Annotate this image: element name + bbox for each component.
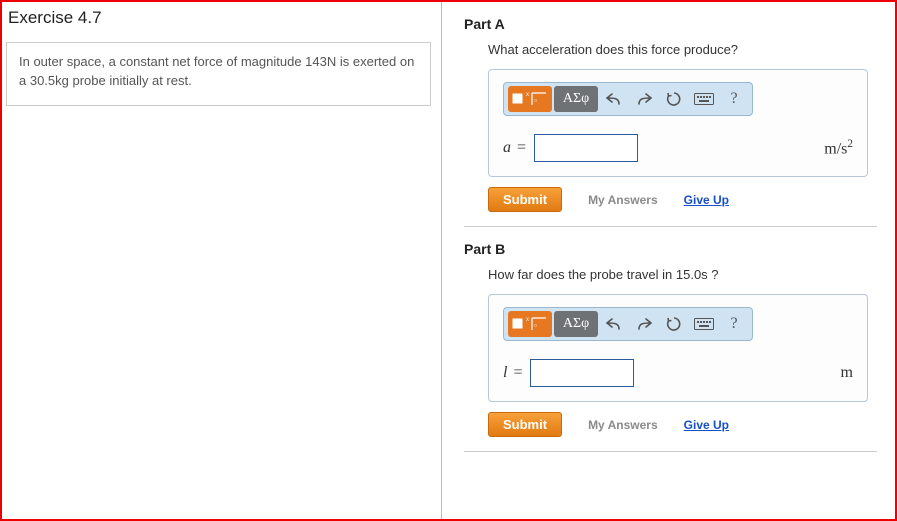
answer-row: l = m — [503, 359, 853, 387]
undo-button[interactable] — [600, 86, 628, 112]
my-answers-link[interactable]: My Answers — [588, 193, 658, 207]
part-b-answer-panel: x ▫ ΑΣφ — [488, 294, 868, 402]
submit-button[interactable]: Submit — [488, 412, 562, 437]
equation-toolbar: x ▫ ΑΣφ — [503, 307, 753, 341]
submit-button[interactable]: Submit — [488, 187, 562, 212]
part-b-actions: Submit My Answers Give Up — [488, 412, 877, 437]
exercise-title: Exercise 4.7 — [8, 8, 431, 28]
greek-button[interactable]: ΑΣφ — [554, 311, 598, 337]
answer-pane: Part A What acceleration does this force… — [442, 2, 895, 519]
divider — [464, 226, 877, 227]
template-button[interactable]: x ▫ — [508, 311, 552, 337]
variable-label: a — [503, 139, 511, 157]
equals-sign: = — [513, 364, 522, 382]
undo-button[interactable] — [600, 311, 628, 337]
template-button[interactable]: x ▫ — [508, 86, 552, 112]
reset-button[interactable] — [660, 311, 688, 337]
help-button[interactable]: ? — [720, 86, 748, 112]
svg-text:▫: ▫ — [534, 96, 537, 105]
part-b: Part B How far does the probe travel in … — [464, 241, 877, 452]
answer-input-b[interactable] — [530, 359, 634, 387]
problem-text: In outer space, a constant net force of … — [19, 54, 414, 88]
answer-row: a = m/s2 — [503, 134, 853, 162]
give-up-link[interactable]: Give Up — [684, 418, 729, 432]
unit-label: m — [841, 364, 853, 382]
app-frame: Exercise 4.7 In outer space, a constant … — [0, 0, 897, 521]
redo-button[interactable] — [630, 86, 658, 112]
problem-pane: Exercise 4.7 In outer space, a constant … — [2, 2, 442, 519]
part-b-title: Part B — [464, 241, 877, 257]
equals-sign: = — [517, 139, 526, 157]
keyboard-button[interactable] — [690, 86, 718, 112]
svg-text:▫: ▫ — [534, 321, 537, 330]
reset-button[interactable] — [660, 86, 688, 112]
variable-label: l — [503, 364, 507, 382]
part-a-answer-panel: x ▫ ΑΣφ — [488, 69, 868, 177]
greek-button[interactable]: ΑΣφ — [554, 86, 598, 112]
svg-text:x: x — [526, 92, 529, 98]
equation-toolbar: x ▫ ΑΣφ — [503, 82, 753, 116]
part-a-question: What acceleration does this force produc… — [488, 42, 877, 57]
part-a-actions: Submit My Answers Give Up — [488, 187, 877, 212]
part-a: Part A What acceleration does this force… — [464, 16, 877, 227]
problem-statement: In outer space, a constant net force of … — [6, 42, 431, 106]
help-button[interactable]: ? — [720, 311, 748, 337]
give-up-link[interactable]: Give Up — [684, 193, 729, 207]
svg-text:x: x — [526, 317, 529, 323]
redo-button[interactable] — [630, 311, 658, 337]
part-b-question: How far does the probe travel in 15.0s ? — [488, 267, 877, 282]
my-answers-link[interactable]: My Answers — [588, 418, 658, 432]
keyboard-button[interactable] — [690, 311, 718, 337]
answer-input-a[interactable] — [534, 134, 638, 162]
divider — [464, 451, 877, 452]
part-a-title: Part A — [464, 16, 877, 32]
unit-label: m/s2 — [824, 138, 853, 158]
